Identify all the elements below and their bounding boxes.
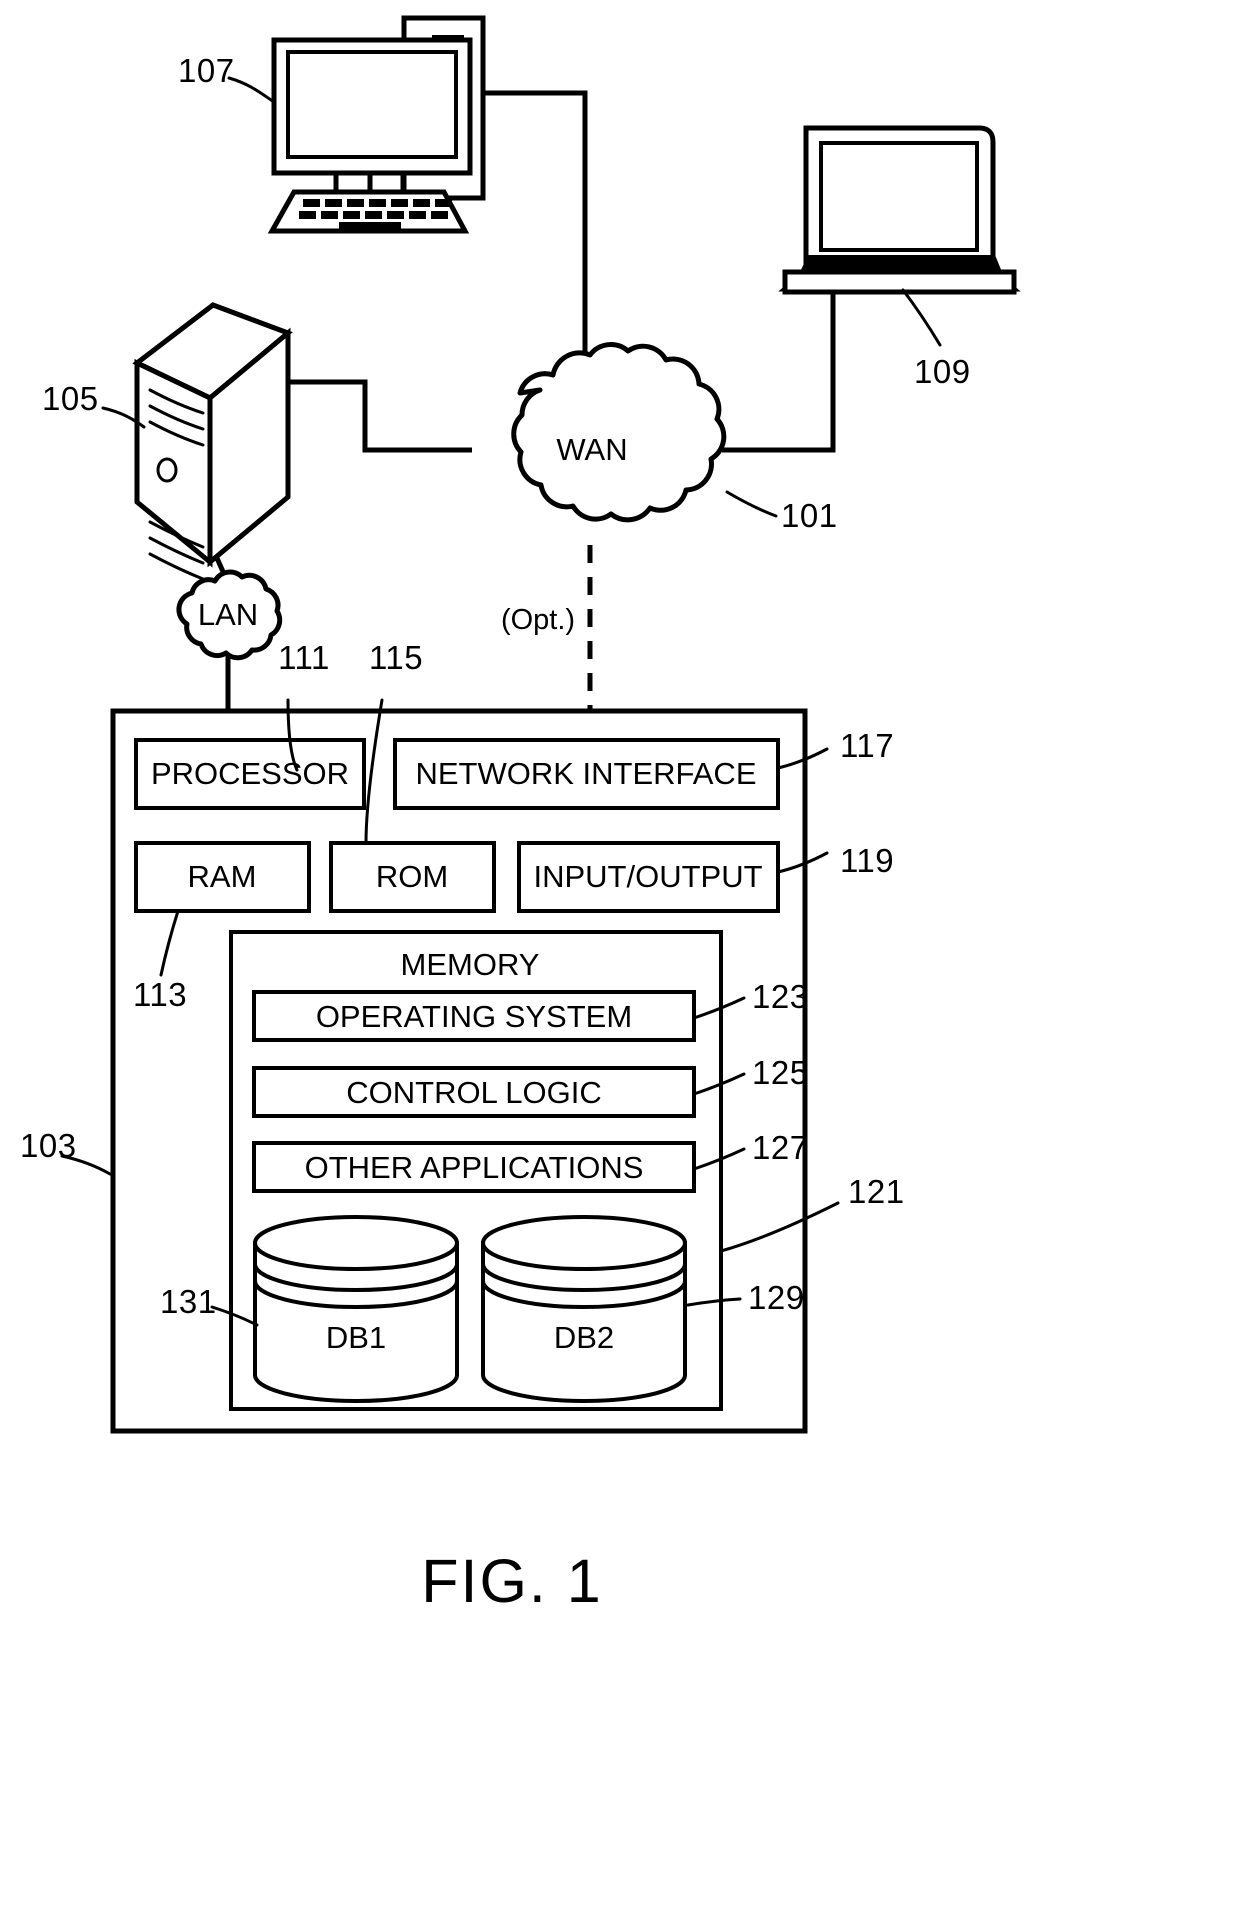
processor-label: PROCESSOR	[151, 756, 349, 791]
ref-113: 113	[133, 976, 187, 1013]
db2-label: DB2	[554, 1320, 614, 1355]
ref-117: 117	[840, 727, 894, 764]
ref-107: 107	[178, 52, 235, 89]
leader-109	[901, 288, 942, 347]
wan-label: WAN	[556, 432, 627, 467]
db2-cylinder-icon	[480, 1215, 688, 1403]
input-output-label: INPUT/OUTPUT	[533, 859, 762, 894]
ref-129: 129	[748, 1279, 805, 1316]
ref-125: 125	[752, 1054, 809, 1091]
lan-label: LAN	[198, 597, 258, 632]
ref-115: 115	[369, 639, 423, 676]
connector-wan-to-laptop	[722, 290, 836, 453]
rom-label: ROM	[376, 859, 448, 894]
connector-server-to-wan	[288, 379, 472, 453]
desktop-computer-icon	[267, 15, 486, 234]
ref-101: 101	[781, 497, 838, 534]
server-tower-icon	[132, 302, 293, 581]
ref-127: 127	[752, 1129, 809, 1166]
laptop-icon	[778, 125, 1021, 295]
ram-label: RAM	[188, 859, 257, 894]
db1-cylinder-icon	[252, 1215, 460, 1403]
figure-canvas: 107 109 105 101 103 WAN LAN (Opt.) 111 1…	[0, 0, 1240, 1913]
network-interface-label: NETWORK INTERFACE	[415, 756, 756, 791]
ref-105: 105	[42, 380, 99, 417]
other-applications-label: OTHER APPLICATIONS	[305, 1150, 644, 1185]
figure-caption: FIG. 1	[421, 1547, 602, 1615]
operating-system-label: OPERATING SYSTEM	[316, 999, 632, 1034]
control-logic-label: CONTROL LOGIC	[346, 1075, 602, 1110]
ref-111: 111	[278, 639, 330, 676]
ref-109: 109	[914, 353, 971, 390]
db1-label: DB1	[326, 1320, 386, 1355]
ref-119: 119	[840, 842, 894, 879]
optional-link-label: (Opt.)	[501, 604, 575, 636]
memory-label: MEMORY	[401, 947, 540, 982]
leader-107	[227, 76, 276, 104]
ref-123: 123	[752, 978, 809, 1015]
ref-121: 121	[848, 1173, 905, 1210]
ref-103: 103	[20, 1127, 77, 1164]
leader-101	[725, 490, 778, 518]
ref-131: 131	[160, 1283, 217, 1320]
